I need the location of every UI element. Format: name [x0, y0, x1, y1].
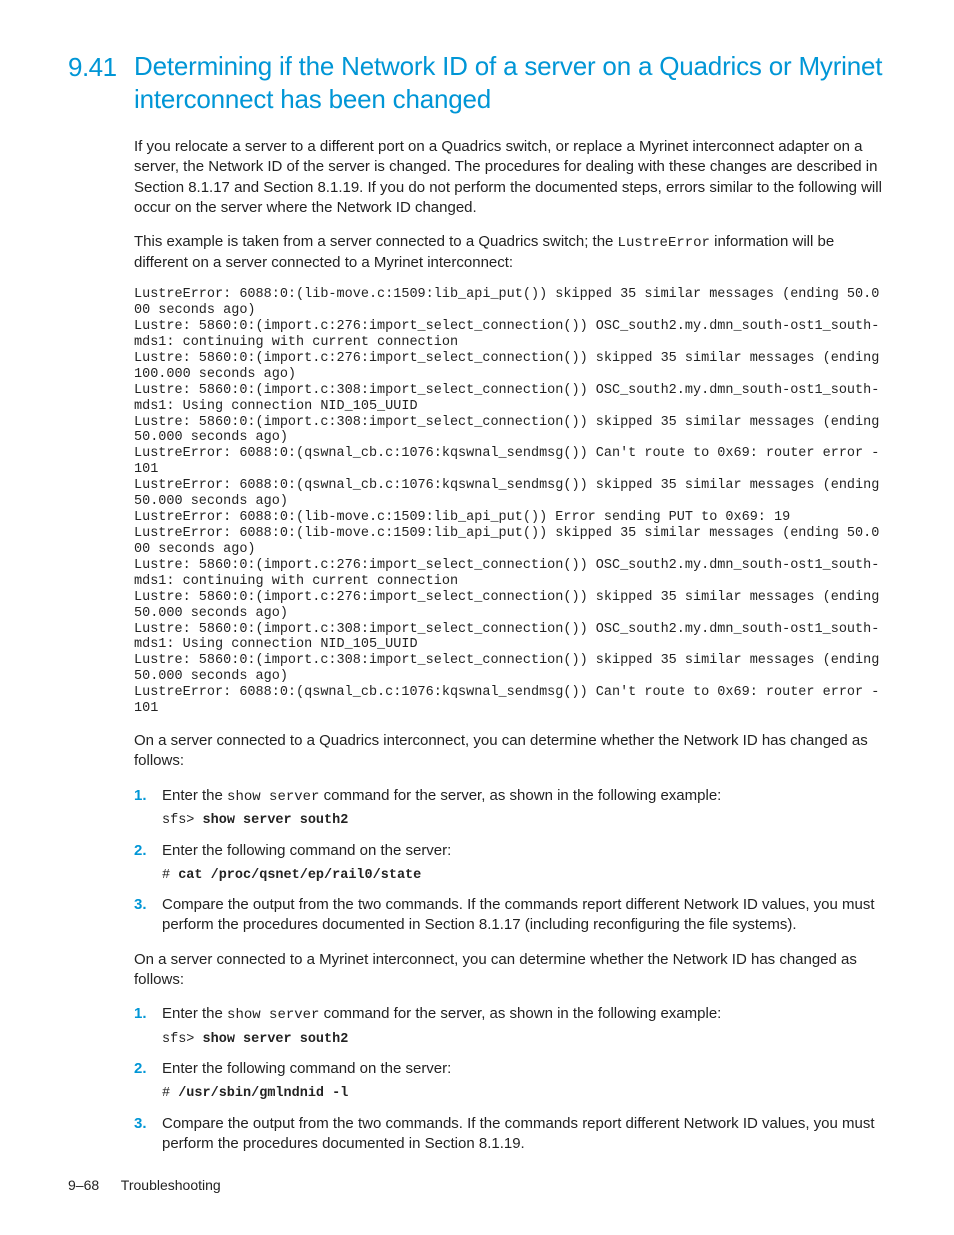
page-footer: 9–68 Troubleshooting	[68, 1176, 221, 1195]
quadrics-step-3: Compare the output from the two commands…	[134, 895, 886, 936]
footer-section-name: Troubleshooting	[121, 1177, 221, 1193]
myrinet-steps: Enter the show server command for the se…	[134, 1004, 886, 1154]
prompt: #	[162, 1086, 178, 1101]
step-command-line: # /usr/sbin/gmlndnid -l	[162, 1085, 886, 1103]
prompt: #	[162, 868, 178, 883]
step-inline-code: show server	[227, 789, 319, 805]
step-text-pre: Enter the	[162, 787, 227, 804]
step-command-line: # cat /proc/qsnet/ep/rail0/state	[162, 867, 886, 885]
prompt: sfs>	[162, 813, 203, 828]
myrinet-step-2: Enter the following command on the serve…	[134, 1059, 886, 1103]
myrinet-step-1: Enter the show server command for the se…	[134, 1004, 886, 1049]
quadrics-step-2: Enter the following command on the serve…	[134, 841, 886, 885]
step-text-post: command for the server, as shown in the …	[319, 1005, 721, 1022]
step-text-pre: Enter the	[162, 1005, 227, 1022]
step-command-line: sfs> show server south2	[162, 1031, 886, 1049]
quadrics-lead-paragraph: On a server connected to a Quadrics inte…	[134, 731, 886, 772]
step-inline-code: show server	[227, 1007, 319, 1023]
step-text: Compare the output from the two commands…	[162, 896, 875, 933]
section-heading: 9.41 Determining if the Network ID of a …	[68, 50, 886, 115]
step-command-line: sfs> show server south2	[162, 812, 886, 830]
command: cat /proc/qsnet/ep/rail0/state	[178, 868, 421, 883]
myrinet-step-3: Compare the output from the two commands…	[134, 1114, 886, 1155]
quadrics-step-1: Enter the show server command for the se…	[134, 786, 886, 831]
section-body: If you relocate a server to a different …	[134, 137, 886, 1154]
error-log-codeblock: LustreError: 6088:0:(lib-move.c:1509:lib…	[134, 287, 886, 717]
quadrics-steps: Enter the show server command for the se…	[134, 786, 886, 936]
page-number: 9–68	[68, 1177, 99, 1193]
myrinet-lead-paragraph: On a server connected to a Myrinet inter…	[134, 950, 886, 991]
intro-paragraph-1: If you relocate a server to a different …	[134, 137, 886, 218]
command: /usr/sbin/gmlndnid -l	[178, 1086, 348, 1101]
command: show server south2	[203, 813, 349, 828]
intro-paragraph-2: This example is taken from a server conn…	[134, 232, 886, 273]
document-page: 9.41 Determining if the Network ID of a …	[0, 0, 954, 1235]
prompt: sfs>	[162, 1032, 203, 1047]
section-title: Determining if the Network ID of a serve…	[134, 50, 886, 115]
command: show server south2	[203, 1032, 349, 1047]
step-text: Compare the output from the two commands…	[162, 1115, 875, 1152]
step-text: Enter the following command on the serve…	[162, 842, 451, 859]
section-number: 9.41	[68, 50, 134, 85]
para2-inline-code: LustreError	[618, 235, 710, 251]
para2-pre: This example is taken from a server conn…	[134, 233, 618, 250]
step-text-post: command for the server, as shown in the …	[319, 787, 721, 804]
step-text: Enter the following command on the serve…	[162, 1060, 451, 1077]
